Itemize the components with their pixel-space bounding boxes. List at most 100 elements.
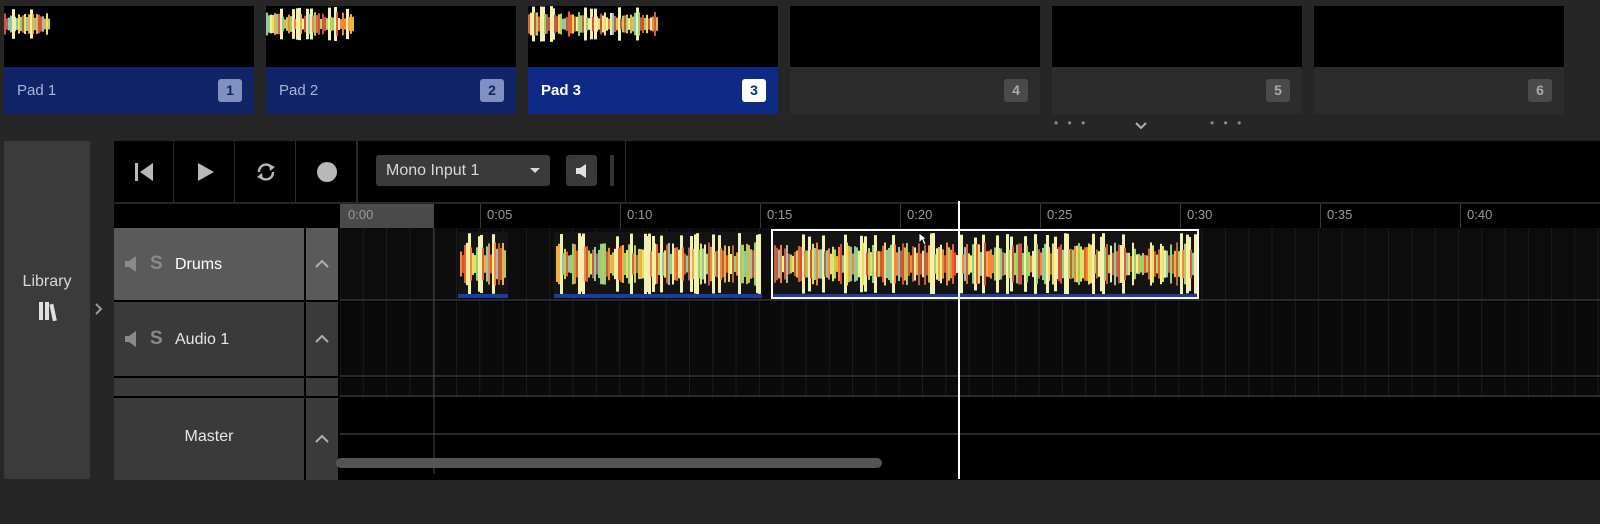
waveform-bar <box>1142 253 1144 275</box>
pad-6[interactable]: 6 <box>1314 6 1564 114</box>
waveform-bar <box>854 246 856 282</box>
ruler-tick: 0:05 <box>480 204 512 228</box>
waveform-bar <box>866 252 868 276</box>
waveform-bar <box>606 17 608 31</box>
horizontal-scrollbar[interactable] <box>336 458 882 468</box>
waveform-bar <box>338 18 340 30</box>
track-header-audio-1[interactable]: S Audio 1 <box>114 302 304 376</box>
waveform-bar <box>900 250 902 278</box>
pad-6-footer: 6 <box>1314 67 1564 114</box>
waveform-bar <box>986 251 988 277</box>
waveform-bar <box>1000 248 1002 280</box>
pad-2[interactable]: Pad 2 2 <box>266 6 516 114</box>
chevron-down-icon[interactable] <box>1134 118 1148 136</box>
waveform-bar <box>14 16 16 32</box>
ruler-tick: 0:25 <box>1040 204 1072 228</box>
waveform-bar <box>880 251 882 277</box>
solo-button[interactable]: S <box>150 328 163 350</box>
waveform-bar <box>574 244 576 284</box>
waveform-bar <box>998 247 1000 281</box>
track-name: Audio 1 <box>175 331 230 348</box>
waveform-bar <box>992 254 994 274</box>
waveform-bar <box>352 16 354 32</box>
waveform-bar <box>630 14 632 34</box>
ruler-tick: 0:00 <box>348 207 374 222</box>
waveform-bar <box>818 249 820 279</box>
waveform-bar <box>10 15 12 33</box>
waveform-bar <box>746 243 748 285</box>
waveform-bar <box>1004 253 1006 275</box>
waveform-bar <box>868 248 870 280</box>
waveform-bar <box>1094 254 1096 274</box>
ruler-tick: 0:10 <box>620 204 652 228</box>
waveform-bar <box>576 16 578 32</box>
waveform-bar <box>562 18 564 30</box>
library-panel[interactable]: Library <box>4 141 90 479</box>
pad-number-badge: 5 <box>1266 79 1290 102</box>
monitor-button[interactable] <box>566 155 597 186</box>
waveform-bar <box>910 255 912 273</box>
waveform-bar <box>1194 234 1197 294</box>
waveform-bar <box>1052 243 1054 285</box>
waveform-bar <box>578 12 580 36</box>
collapse-track-button[interactable] <box>306 302 338 376</box>
waveform-bar <box>602 15 604 33</box>
record-button[interactable] <box>297 141 357 202</box>
ruler-tick: 0:30 <box>1180 204 1212 228</box>
mute-icon[interactable] <box>124 330 140 353</box>
waveform-bar <box>1022 252 1024 276</box>
solo-button[interactable]: S <box>150 253 163 275</box>
mute-icon[interactable] <box>124 255 140 278</box>
rewind-button[interactable] <box>114 141 174 202</box>
playhead[interactable] <box>958 201 960 479</box>
waveform-bar <box>282 16 284 32</box>
play-button[interactable] <box>175 141 235 202</box>
waveform-bar <box>658 252 660 276</box>
waveform-bar <box>586 17 588 31</box>
waveform-bar <box>700 243 702 285</box>
waveform-bar <box>48 18 50 30</box>
pad-3[interactable]: Pad 3 3 <box>528 6 778 114</box>
waveform-bar <box>632 16 634 32</box>
waveform-bar <box>460 251 462 277</box>
waveform-bar <box>914 247 916 281</box>
ruler-tick: 0:40 <box>1460 204 1492 228</box>
waveform-bar <box>988 250 990 278</box>
waveform-bar <box>1166 250 1168 278</box>
waveform-bar <box>590 253 592 275</box>
collapse-master-button[interactable] <box>306 398 338 480</box>
expand-library-icon[interactable] <box>94 302 104 321</box>
loop-button[interactable] <box>236 141 296 202</box>
pad-4[interactable]: 4 <box>790 6 1040 114</box>
time-ruler[interactable]: 0:00 0:05 0:10 0:15 0:20 0:25 0:30 0:35 … <box>340 204 1600 228</box>
waveform-bar <box>1192 252 1194 276</box>
waveform-bar <box>654 243 656 285</box>
waveform-bar <box>470 247 472 281</box>
input-select[interactable]: Mono Input 1 <box>376 155 550 186</box>
waveform-bar <box>702 248 704 280</box>
track-header-master[interactable]: Master <box>114 398 304 480</box>
waveform-bar <box>896 252 898 276</box>
collapse-track-button[interactable] <box>306 228 338 300</box>
waveform-bar <box>4 13 6 35</box>
waveform-bar <box>330 16 332 32</box>
pad-1[interactable]: Pad 1 1 <box>4 6 254 114</box>
waveform-bar <box>726 255 728 273</box>
waveform-bar <box>320 18 322 30</box>
waveform-bar <box>1172 254 1174 274</box>
waveform-bar <box>752 250 754 278</box>
waveform-bar <box>642 249 644 279</box>
track-name: Drums <box>175 256 223 273</box>
track-lanes[interactable] <box>340 228 1600 474</box>
waveform-bar <box>706 253 708 275</box>
waveform-bar <box>28 14 30 34</box>
waveform-bar <box>312 15 314 33</box>
waveform-bar <box>642 14 644 34</box>
waveform-bar <box>786 245 788 283</box>
waveform-bar <box>1138 253 1140 275</box>
waveform-bar <box>580 15 582 33</box>
track-header-drums[interactable]: S Drums <box>114 228 304 300</box>
pad-5[interactable]: 5 <box>1052 6 1302 114</box>
waveform-bar <box>300 14 302 34</box>
waveform-bar <box>800 246 802 282</box>
